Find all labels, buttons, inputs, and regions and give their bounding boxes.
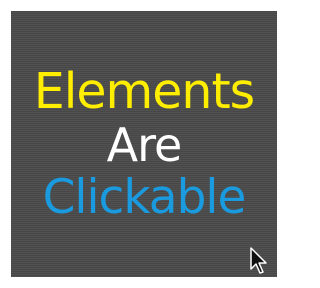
headline-elements: Elements bbox=[33, 63, 255, 120]
headline-are: Are bbox=[106, 118, 183, 172]
clickable-tile[interactable]: Elements Are Clickable bbox=[11, 11, 277, 277]
headline-clickable: Clickable bbox=[42, 170, 247, 225]
mouse-pointer-icon bbox=[250, 247, 267, 274]
